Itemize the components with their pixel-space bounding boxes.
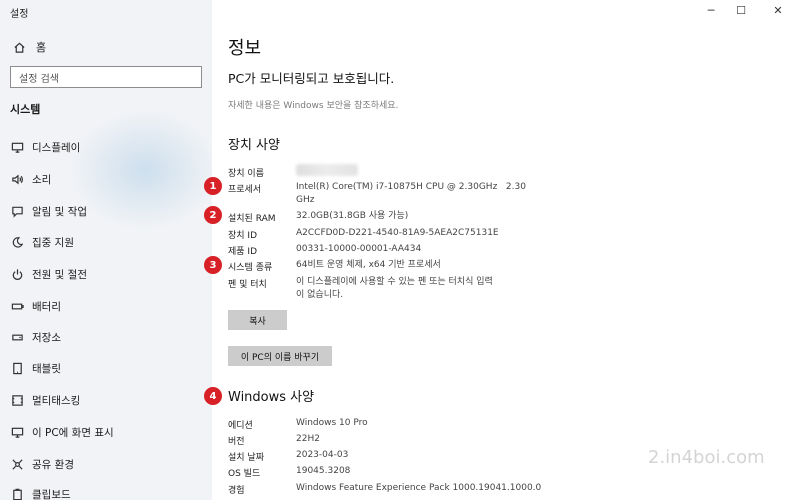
sidebar-item-label: 태블릿 xyxy=(32,362,61,375)
search-input[interactable]: 설정 검색 xyxy=(10,66,202,88)
rename-pc-button[interactable]: 이 PC의 이름 바꾸기 xyxy=(228,346,332,366)
processor-label: 프로세서 xyxy=(228,185,262,195)
sidebar-item-sound[interactable]: 소리 xyxy=(10,169,51,189)
copy-button[interactable]: 복사 xyxy=(228,310,287,330)
system-type-value: 64비트 운영 체제, x64 기반 프로세서 xyxy=(296,260,441,270)
processor-value-line2: GHz xyxy=(296,195,315,205)
sidebar-home-label: 홈 xyxy=(36,41,47,54)
sidebar-item-label: 멀티태스킹 xyxy=(32,394,81,407)
tablet-icon xyxy=(10,361,24,375)
product-id-label: 제품 ID xyxy=(228,247,258,257)
sidebar-section-title: 시스템 xyxy=(10,103,41,116)
annotation-marker-1: 1 xyxy=(204,177,222,195)
speaker-icon xyxy=(10,172,24,186)
multitasking-icon xyxy=(10,393,24,407)
sidebar: 설정 홈 설정 검색 시스템 디스플레이 소리 알림 및 작업 집중 지원 전원… xyxy=(0,0,212,500)
main-content: 정보 PC가 모니터링되고 보호됩니다. 자세한 내용은 Windows 보안을… xyxy=(212,0,800,500)
sidebar-item-label: 저장소 xyxy=(32,331,61,344)
device-id-value: A2CCFD0D-D221-4540-81A9-5AEA2C75131E xyxy=(296,228,499,238)
pen-touch-label: 펜 및 터치 xyxy=(228,280,267,290)
share-icon xyxy=(10,457,24,471)
window-title: 설정 xyxy=(10,9,29,20)
processor-value: Intel(R) Core(TM) i7-10875H CPU @ 2.30GH… xyxy=(296,181,526,207)
os-build-label: OS 빌드 xyxy=(228,469,261,479)
sidebar-item-notifications[interactable]: 알림 및 작업 xyxy=(10,201,87,221)
notification-icon xyxy=(10,204,24,218)
sidebar-item-label: 이 PC에 화면 표시 xyxy=(32,426,114,439)
sidebar-item-battery[interactable]: 배터리 xyxy=(10,296,61,316)
install-date-value: 2023-04-03 xyxy=(296,450,349,460)
experience-label: 경험 xyxy=(228,486,245,496)
sidebar-item-focus-assist[interactable]: 집중 지원 xyxy=(10,232,74,252)
security-link[interactable]: 자세한 내용은 Windows 보안을 참조하세요. xyxy=(228,98,398,111)
annotation-marker-4: 4 xyxy=(204,387,222,405)
os-build-value: 19045.3208 xyxy=(296,466,351,476)
sidebar-item-storage[interactable]: 저장소 xyxy=(10,327,61,347)
power-icon xyxy=(10,267,24,281)
sidebar-item-display[interactable]: 디스플레이 xyxy=(10,137,80,157)
edition-value: Windows 10 Pro xyxy=(296,418,368,428)
sidebar-item-share[interactable]: 공유 환경 xyxy=(10,454,74,474)
device-name-label: 장치 이름 xyxy=(228,169,264,179)
sidebar-item-clipboard[interactable]: 클립보드 xyxy=(10,484,71,500)
processor-value-line1: Intel(R) Core(TM) i7-10875H CPU @ 2.30GH… xyxy=(296,182,526,192)
pen-touch-value: 이 디스플레이에 사용할 수 있는 펜 또는 터치식 입력 이 없습니다. xyxy=(296,276,493,302)
annotation-marker-2: 2 xyxy=(204,206,222,224)
sidebar-item-power[interactable]: 전원 및 절전 xyxy=(10,264,87,284)
sidebar-item-label: 알림 및 작업 xyxy=(32,205,87,218)
moon-icon xyxy=(10,235,24,249)
product-id-value: 00331-10000-00001-AA434 xyxy=(296,244,422,254)
sidebar-item-project[interactable]: 이 PC에 화면 표시 xyxy=(10,422,114,442)
windows-specs-heading: Windows 사양 xyxy=(228,390,315,405)
home-icon xyxy=(10,41,28,54)
sidebar-item-label: 집중 지원 xyxy=(32,236,74,249)
device-name-value-redacted xyxy=(296,164,358,176)
sidebar-item-label: 전원 및 절전 xyxy=(32,268,87,281)
annotation-marker-3: 3 xyxy=(204,256,222,274)
device-specs-heading: 장치 사양 xyxy=(228,138,280,153)
sidebar-item-multitasking[interactable]: 멀티태스킹 xyxy=(10,390,80,410)
sidebar-item-label: 클립보드 xyxy=(32,488,71,500)
project-icon xyxy=(10,425,24,439)
edition-label: 에디션 xyxy=(228,421,253,431)
sidebar-item-label: 소리 xyxy=(32,173,52,186)
ram-label: 설치된 RAM xyxy=(228,214,276,224)
page-title: 정보 xyxy=(228,38,262,59)
battery-icon xyxy=(10,299,24,313)
version-label: 버전 xyxy=(228,437,245,447)
install-date-label: 설치 날짜 xyxy=(228,453,264,463)
sidebar-item-tablet[interactable]: 태블릿 xyxy=(10,358,61,378)
sidebar-item-label: 디스플레이 xyxy=(32,141,81,154)
pen-touch-value-line2: 이 없습니다. xyxy=(296,290,344,300)
pen-touch-value-line1: 이 디스플레이에 사용할 수 있는 펜 또는 터치식 입력 xyxy=(296,277,493,287)
storage-icon xyxy=(10,330,24,344)
sidebar-item-label: 공유 환경 xyxy=(32,458,74,471)
sidebar-item-label: 배터리 xyxy=(32,300,61,313)
experience-value: Windows Feature Experience Pack 1000.190… xyxy=(296,483,542,493)
system-type-label: 시스템 종류 xyxy=(228,263,273,273)
protection-status: PC가 모니터링되고 보호됩니다. xyxy=(228,71,395,86)
monitor-icon xyxy=(10,140,24,154)
device-id-label: 장치 ID xyxy=(228,231,258,241)
version-value: 22H2 xyxy=(296,434,320,444)
ram-value: 32.0GB(31.8GB 사용 가능) xyxy=(296,211,409,221)
clipboard-icon xyxy=(10,487,24,500)
sidebar-home[interactable]: 홈 xyxy=(10,38,46,56)
watermark: 2.in4boi.com xyxy=(648,447,765,468)
